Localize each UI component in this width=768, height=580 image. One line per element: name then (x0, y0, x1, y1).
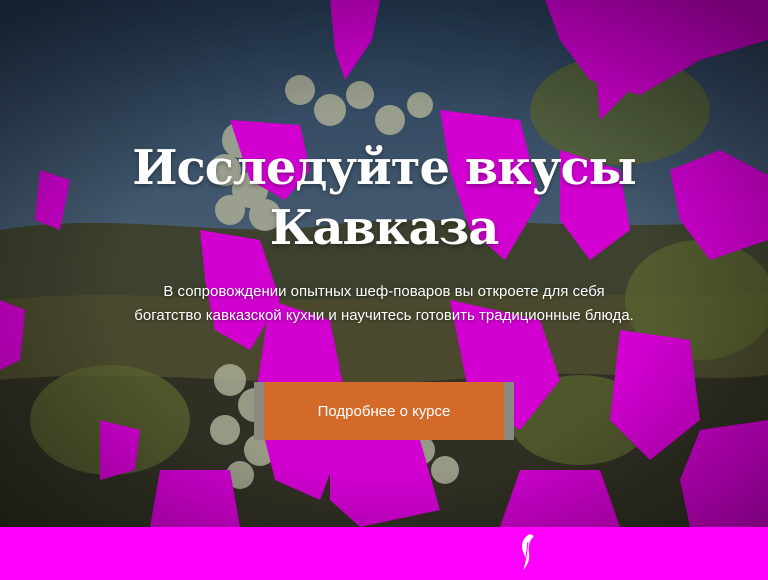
hero-title: Исследуйте вкусы Кавказа (84, 138, 684, 258)
hero-description: В сопровождении опытных шеф-поваров вы о… (134, 283, 634, 324)
hero-section: Исследуйте вкусы Кавказа В сопровождении… (0, 0, 768, 527)
hero-content: Исследуйте вкусы Кавказа В сопровождении… (0, 0, 768, 527)
feather-logo-icon (522, 534, 534, 570)
course-details-button[interactable]: Подробнее о курсе (254, 382, 514, 440)
bottom-bar (0, 527, 768, 580)
hero-title-line-2: Кавказа (269, 200, 500, 256)
hero-title-line-1: Исследуйте вкусы (132, 140, 637, 196)
